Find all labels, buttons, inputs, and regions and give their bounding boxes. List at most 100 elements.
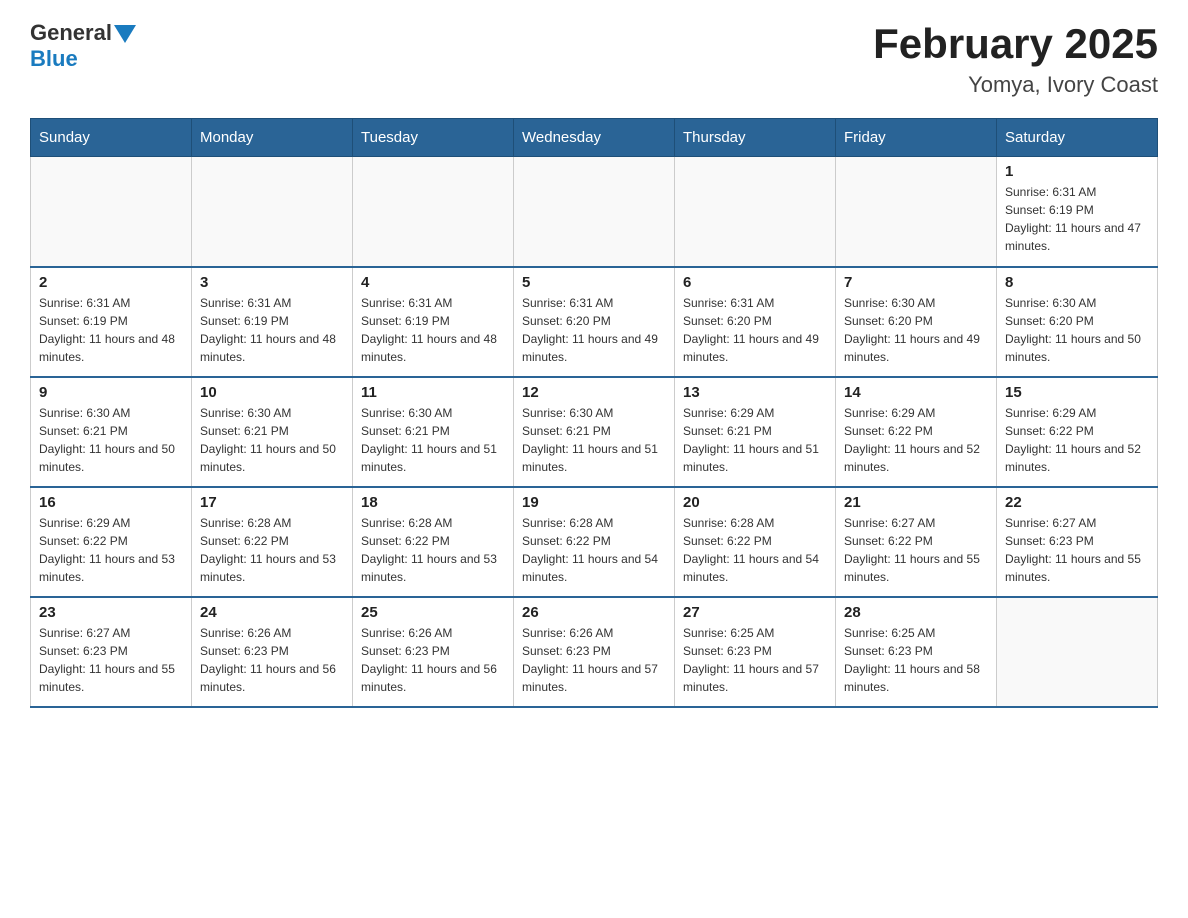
day-number: 8 [1005, 274, 1149, 291]
day-number: 3 [200, 274, 344, 291]
day-number: 14 [844, 384, 988, 401]
empty-cell [31, 157, 192, 267]
day-cell-22: 22 Sunrise: 6:27 AMSunset: 6:23 PMDayligh… [997, 487, 1158, 597]
day-info: Sunrise: 6:31 AMSunset: 6:20 PMDaylight:… [683, 294, 827, 366]
day-number: 27 [683, 604, 827, 621]
empty-cell [997, 597, 1158, 707]
week-row-5: 23Sunrise: 6:27 AMSunset: 6:23 PMDayligh… [31, 597, 1158, 707]
day-info: Sunrise: 6:30 AMSunset: 6:21 PMDaylight:… [39, 404, 183, 476]
empty-cell [192, 157, 353, 267]
week-row-4: 16 Sunrise: 6:29 AMSunset: 6:22 PMDayligh… [31, 487, 1158, 597]
location-title: Yomya, Ivory Coast [873, 72, 1158, 98]
day-cell-20: 20 Sunrise: 6:28 AMSunset: 6:22 PMDayligh… [675, 487, 836, 597]
day-info: Sunrise: 6:31 AMSunset: 6:19 PMDaylight:… [39, 294, 183, 366]
day-number: 13 [683, 384, 827, 401]
day-cell-17: 17Sunrise: 6:28 AMSunset: 6:22 PMDayligh… [192, 487, 353, 597]
day-info: Sunrise: 6:28 AMSunset: 6:22 PMDaylight:… [683, 514, 827, 586]
day-info: Sunrise: 6:25 AMSunset: 6:23 PMDaylight:… [683, 624, 827, 696]
day-info: Sunrise: 6:30 AMSunset: 6:20 PMDaylight:… [844, 294, 988, 366]
empty-cell [353, 157, 514, 267]
day-number: 1 [1005, 163, 1149, 180]
day-cell-18: 18 Sunrise: 6:28 AMSunset: 6:22 PMDayligh… [353, 487, 514, 597]
calendar-table: SundayMondayTuesdayWednesdayThursdayFrid… [30, 118, 1158, 708]
day-number: 5 [522, 274, 666, 291]
day-cell-10: 10 Sunrise: 6:30 AMSunset: 6:21 PMDayligh… [192, 377, 353, 487]
day-cell-7: 7Sunrise: 6:30 AMSunset: 6:20 PMDaylight… [836, 267, 997, 377]
day-cell-28: 28 Sunrise: 6:25 AMSunset: 6:23 PMDayligh… [836, 597, 997, 707]
day-number: 28 [844, 604, 988, 621]
day-info: Sunrise: 6:30 AMSunset: 6:20 PMDaylight:… [1005, 294, 1149, 366]
day-cell-26: 26 Sunrise: 6:26 AMSunset: 6:23 PMDayligh… [514, 597, 675, 707]
day-cell-3: 3 Sunrise: 6:31 AMSunset: 6:19 PMDaylight… [192, 267, 353, 377]
day-info: Sunrise: 6:28 AMSunset: 6:22 PMDaylight:… [361, 514, 505, 586]
day-info: Sunrise: 6:31 AMSunset: 6:20 PMDaylight:… [522, 294, 666, 366]
day-cell-25: 25 Sunrise: 6:26 AMSunset: 6:23 PMDayligh… [353, 597, 514, 707]
day-number: 26 [522, 604, 666, 621]
day-cell-24: 24 Sunrise: 6:26 AMSunset: 6:23 PMDayligh… [192, 597, 353, 707]
day-info: Sunrise: 6:25 AMSunset: 6:23 PMDaylight:… [844, 624, 988, 696]
day-number: 10 [200, 384, 344, 401]
day-number: 9 [39, 384, 183, 401]
day-cell-27: 27 Sunrise: 6:25 AMSunset: 6:23 PMDayligh… [675, 597, 836, 707]
logo-blue-text: Blue [30, 46, 136, 72]
day-number: 12 [522, 384, 666, 401]
day-cell-12: 12 Sunrise: 6:30 AMSunset: 6:21 PMDayligh… [514, 377, 675, 487]
weekday-header-thursday: Thursday [675, 119, 836, 157]
empty-cell [675, 157, 836, 267]
day-number: 16 [39, 494, 183, 511]
page-header: General Blue February 2025 Yomya, Ivory … [30, 20, 1158, 98]
logo: General Blue [30, 20, 136, 72]
weekday-header-sunday: Sunday [31, 119, 192, 157]
day-cell-19: 19 Sunrise: 6:28 AMSunset: 6:22 PMDayligh… [514, 487, 675, 597]
weekday-header-friday: Friday [836, 119, 997, 157]
day-info: Sunrise: 6:31 AMSunset: 6:19 PMDaylight:… [361, 294, 505, 366]
day-cell-13: 13 Sunrise: 6:29 AMSunset: 6:21 PMDayligh… [675, 377, 836, 487]
day-number: 15 [1005, 384, 1149, 401]
day-number: 6 [683, 274, 827, 291]
weekday-header-tuesday: Tuesday [353, 119, 514, 157]
day-info: Sunrise: 6:31 AMSunset: 6:19 PMDaylight:… [200, 294, 344, 366]
day-info: Sunrise: 6:27 AMSunset: 6:23 PMDaylight:… [39, 624, 183, 696]
empty-cell [836, 157, 997, 267]
month-title: February 2025 [873, 20, 1158, 68]
day-number: 4 [361, 274, 505, 291]
day-info: Sunrise: 6:28 AMSunset: 6:22 PMDaylight:… [522, 514, 666, 586]
day-info: Sunrise: 6:31 AMSunset: 6:19 PMDaylight:… [1005, 183, 1149, 255]
day-number: 21 [844, 494, 988, 511]
logo-arrow-icon [114, 25, 136, 43]
day-number: 18 [361, 494, 505, 511]
day-info: Sunrise: 6:29 AMSunset: 6:22 PMDaylight:… [1005, 404, 1149, 476]
day-cell-21: 21Sunrise: 6:27 AMSunset: 6:22 PMDayligh… [836, 487, 997, 597]
day-number: 25 [361, 604, 505, 621]
day-number: 20 [683, 494, 827, 511]
logo-general-text: General [30, 20, 112, 46]
day-cell-5: 5 Sunrise: 6:31 AMSunset: 6:20 PMDaylight… [514, 267, 675, 377]
week-row-2: 2Sunrise: 6:31 AMSunset: 6:19 PMDaylight… [31, 267, 1158, 377]
day-cell-2: 2Sunrise: 6:31 AMSunset: 6:19 PMDaylight… [31, 267, 192, 377]
day-cell-15: 15 Sunrise: 6:29 AMSunset: 6:22 PMDayligh… [997, 377, 1158, 487]
empty-cell [514, 157, 675, 267]
day-info: Sunrise: 6:30 AMSunset: 6:21 PMDaylight:… [522, 404, 666, 476]
day-info: Sunrise: 6:30 AMSunset: 6:21 PMDaylight:… [200, 404, 344, 476]
weekday-header-wednesday: Wednesday [514, 119, 675, 157]
day-number: 24 [200, 604, 344, 621]
day-info: Sunrise: 6:26 AMSunset: 6:23 PMDaylight:… [361, 624, 505, 696]
day-number: 19 [522, 494, 666, 511]
day-info: Sunrise: 6:27 AMSunset: 6:23 PMDaylight:… [1005, 514, 1149, 586]
day-info: Sunrise: 6:29 AMSunset: 6:22 PMDaylight:… [39, 514, 183, 586]
weekday-header-monday: Monday [192, 119, 353, 157]
day-cell-14: 14 Sunrise: 6:29 AMSunset: 6:22 PMDayligh… [836, 377, 997, 487]
day-info: Sunrise: 6:26 AMSunset: 6:23 PMDaylight:… [200, 624, 344, 696]
day-number: 22 [1005, 494, 1149, 511]
day-info: Sunrise: 6:26 AMSunset: 6:23 PMDaylight:… [522, 624, 666, 696]
day-cell-16: 16 Sunrise: 6:29 AMSunset: 6:22 PMDayligh… [31, 487, 192, 597]
title-section: February 2025 Yomya, Ivory Coast [873, 20, 1158, 98]
weekday-header-saturday: Saturday [997, 119, 1158, 157]
day-info: Sunrise: 6:29 AMSunset: 6:21 PMDaylight:… [683, 404, 827, 476]
day-cell-9: 9 Sunrise: 6:30 AMSunset: 6:21 PMDaylight… [31, 377, 192, 487]
day-cell-11: 11Sunrise: 6:30 AMSunset: 6:21 PMDayligh… [353, 377, 514, 487]
week-row-3: 9 Sunrise: 6:30 AMSunset: 6:21 PMDaylight… [31, 377, 1158, 487]
day-info: Sunrise: 6:29 AMSunset: 6:22 PMDaylight:… [844, 404, 988, 476]
day-cell-6: 6 Sunrise: 6:31 AMSunset: 6:20 PMDaylight… [675, 267, 836, 377]
day-cell-23: 23Sunrise: 6:27 AMSunset: 6:23 PMDayligh… [31, 597, 192, 707]
